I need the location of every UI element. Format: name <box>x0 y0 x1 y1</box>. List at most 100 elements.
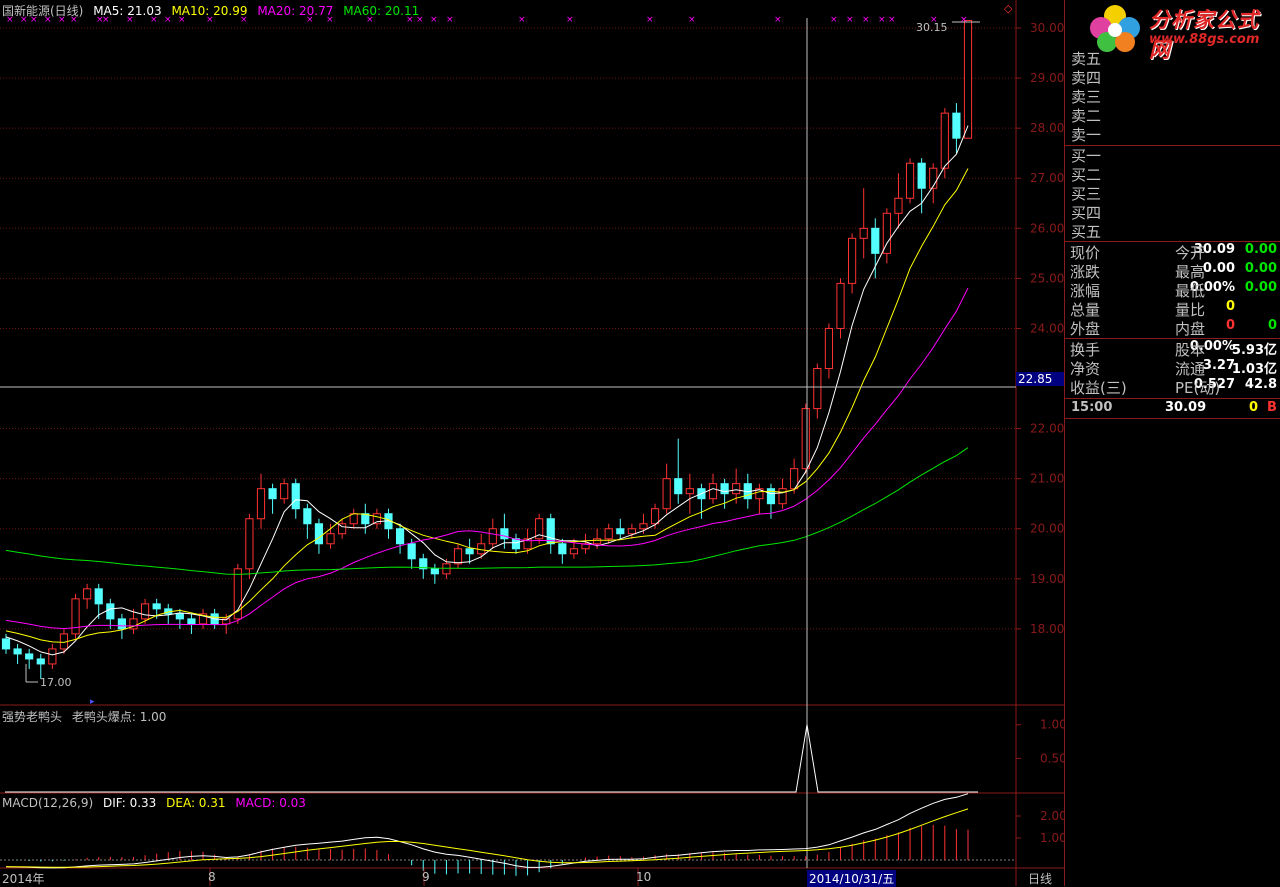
signal-marker-19: × <box>430 15 438 25</box>
candle-body-34 <box>395 528 405 545</box>
candle-body-58 <box>674 478 683 495</box>
candle-body-67 <box>778 488 787 505</box>
candle-body-40 <box>465 548 474 555</box>
candle-body-13 <box>152 603 161 610</box>
candle-body-12 <box>140 603 150 620</box>
candle-body-73 <box>848 237 857 284</box>
ma60-line <box>5 447 969 575</box>
buy-level-2: 买二 <box>1071 166 1102 184</box>
signal-marker-27: × <box>846 15 854 25</box>
candle-body-57 <box>662 478 671 510</box>
flower-logo-icon <box>1090 5 1140 52</box>
signal-marker-3: × <box>44 15 52 25</box>
signal-marker-16: × <box>366 15 374 25</box>
quote-stat-label-1b: 最高 <box>1175 263 1206 281</box>
x-label-sep: 9 <box>422 870 430 884</box>
candle-body-38 <box>442 563 451 575</box>
candle-body-0 <box>1 638 11 650</box>
quote-stat-label-4a: 外盘 <box>1070 320 1101 338</box>
candle-body-69 <box>801 408 810 470</box>
signal-marker-30: × <box>888 15 896 25</box>
candle-body-81 <box>940 112 949 169</box>
quote-stat-value-2b: 0.00 <box>1244 280 1277 295</box>
logo-url: www.88gs.com <box>1149 32 1260 47</box>
candle-body-3 <box>36 658 45 665</box>
quote-stat-value-1b: 0.00 <box>1244 261 1277 276</box>
candle-body-16 <box>187 618 196 625</box>
signal-marker-2: × <box>30 15 38 25</box>
sell-level-4: 卖四 <box>1071 69 1102 87</box>
macd-dea: DEA: 0.31 <box>166 796 226 810</box>
site-logo: 分析家公式网 www.88gs.com <box>1083 2 1273 62</box>
tick-flag: B <box>1267 400 1277 415</box>
diamond-icon: ◇ <box>1004 2 1013 15</box>
y-tick-label-0: 18.00 <box>1030 622 1064 636</box>
x-label-oct: 10 <box>636 870 652 884</box>
fund-stat-label-2b: PE(动) <box>1175 379 1221 397</box>
x-label-start: 2014年 <box>2 872 45 886</box>
sell-level-2: 卖二 <box>1071 107 1102 125</box>
candle-body-72 <box>836 282 845 329</box>
y-tick-label-3: 21.00 <box>1030 472 1064 486</box>
signal-marker-9: × <box>150 15 158 25</box>
y-tick-label-9: 28.00 <box>1030 121 1064 135</box>
fund-stat-value-1b: 1.03亿 <box>1231 362 1277 377</box>
macd-legend: MACD(12,26,9) DIF: 0.33 DEA: 0.31 MACD: … <box>2 796 312 810</box>
macd-dif: DIF: 0.33 <box>102 796 157 810</box>
candle-body-8 <box>94 588 103 605</box>
signal-marker-1: × <box>20 15 28 25</box>
candle-body-37 <box>430 568 439 575</box>
signal-marker-21: × <box>518 15 526 25</box>
candle-body-63 <box>732 483 741 495</box>
candle-body-1 <box>13 648 22 655</box>
candle-body-53 <box>616 528 625 535</box>
cursor-date: 2014/10/31/五 <box>807 870 897 887</box>
candle-body-6 <box>71 598 80 635</box>
macd-tick-label-1: 2.00 <box>1040 809 1064 823</box>
buy-level-1: 买一 <box>1071 147 1102 165</box>
macd-title: MACD(12,26,9) <box>2 796 94 810</box>
candle-body-2 <box>25 653 34 660</box>
crosshair-price: 22.85 <box>1016 372 1064 386</box>
signal-marker-28: × <box>862 15 870 25</box>
sell-level-3: 卖三 <box>1071 88 1102 106</box>
y-tick-label-8: 27.00 <box>1030 171 1064 185</box>
signal-marker-10: × <box>164 15 172 25</box>
signal-marker-13: × <box>240 15 248 25</box>
quote-panel: 分析家公式网 www.88gs.com 卖五 卖四 卖三 卖二 卖一 买一 买二 买三 买四买… <box>1064 0 1280 886</box>
signal-marker-0: × <box>6 15 14 25</box>
candle-body-59 <box>685 488 694 495</box>
tick-price: 30.09 <box>1165 400 1207 415</box>
signal-marker-5: × <box>70 15 78 25</box>
candle-body-10 <box>117 618 126 630</box>
candle-body-4 <box>48 648 57 665</box>
candle-body-42 <box>488 528 497 545</box>
signal-marker-25: × <box>774 15 782 25</box>
signal-marker-4: × <box>58 15 66 25</box>
candle-body-55 <box>639 523 648 530</box>
fund-stat-label-1a: 净资 <box>1070 360 1101 378</box>
candle-body-25 <box>291 483 300 510</box>
y-tick-label-10: 29.00 <box>1030 71 1064 85</box>
macd-value: MACD: 0.03 <box>235 796 306 810</box>
candle-body-71 <box>824 327 834 370</box>
signal-marker-29: × <box>878 15 886 25</box>
candle-body-35 <box>407 543 416 560</box>
main-chart[interactable]: 18.00 19.00 20.00 21.00 22.00 24.00 25.00 26.00… <box>0 0 1064 886</box>
candle-body-24 <box>280 483 289 500</box>
candle-body-49 <box>569 548 579 555</box>
signal-marker-14: × <box>306 15 314 25</box>
y-tick-label-7: 26.00 <box>1030 221 1064 235</box>
candle-body-43 <box>500 528 509 540</box>
candle-body-48 <box>558 543 567 555</box>
ma5-line <box>5 125 969 656</box>
buy-level-5: 买五 <box>1071 223 1102 241</box>
indicator-title: 强势老鸭头 <box>2 710 63 724</box>
signal-marker-20: × <box>446 15 454 25</box>
candle-body-23 <box>268 488 277 500</box>
candle-body-56 <box>650 508 660 525</box>
sell-level-5: 卖五 <box>1071 50 1102 68</box>
ma10-line <box>5 168 969 643</box>
indicator-legend: 强势老鸭头 老鸭头爆点: 1.00 <box>2 708 172 725</box>
signal-marker-15: × <box>326 15 334 25</box>
